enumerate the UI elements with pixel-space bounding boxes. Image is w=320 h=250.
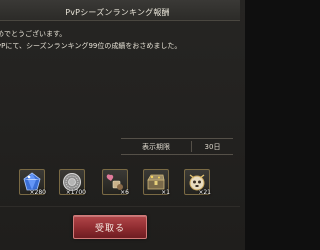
divider [0,206,240,207]
reward-item-coin[interactable]: ×1700 [59,169,86,196]
reward-item-treasure-chest[interactable]: ×1 [143,169,170,196]
reward-list: ×280 ×1700 ×6 ×1 ×21 [19,169,229,197]
reward-item-skull-medal[interactable]: ×21 [184,169,211,196]
dialog-title-bar: PvPシーズンランキング報酬 [0,0,240,21]
message-line-2: vPにて、シーズンランキング99位の成績をおさめました。 [0,42,182,50]
dialog-title: PvPシーズンランキング報酬 [65,8,170,17]
claim-button[interactable]: 受取る [73,215,147,239]
message-line-1: めでとうございます。 [0,30,67,38]
expiry-row: 表示期限 30日 [121,138,233,155]
reward-item-heart-candy[interactable]: ×6 [102,169,129,196]
screen: PvPシーズンランキング報酬 めでとうございます。 vPにて、シーズンランキング… [0,0,245,250]
expiry-label: 表示期限 [142,142,170,151]
reward-item-gem[interactable]: ×280 [19,169,46,196]
reward-dialog: PvPシーズンランキング報酬 めでとうございます。 vPにて、シーズンランキング… [0,0,245,250]
reward-count: ×1 [161,189,170,196]
expiry-value: 30日 [204,142,221,151]
reward-count: ×6 [120,189,129,196]
reward-count: ×280 [29,189,46,196]
reward-count: ×1700 [65,189,86,196]
claim-button-label: 受取る [94,224,125,234]
dialog-message: めでとうございます。 vPにて、シーズンランキング99位の成績をおさめました。 [0,28,235,52]
reward-count: ×21 [198,189,211,196]
